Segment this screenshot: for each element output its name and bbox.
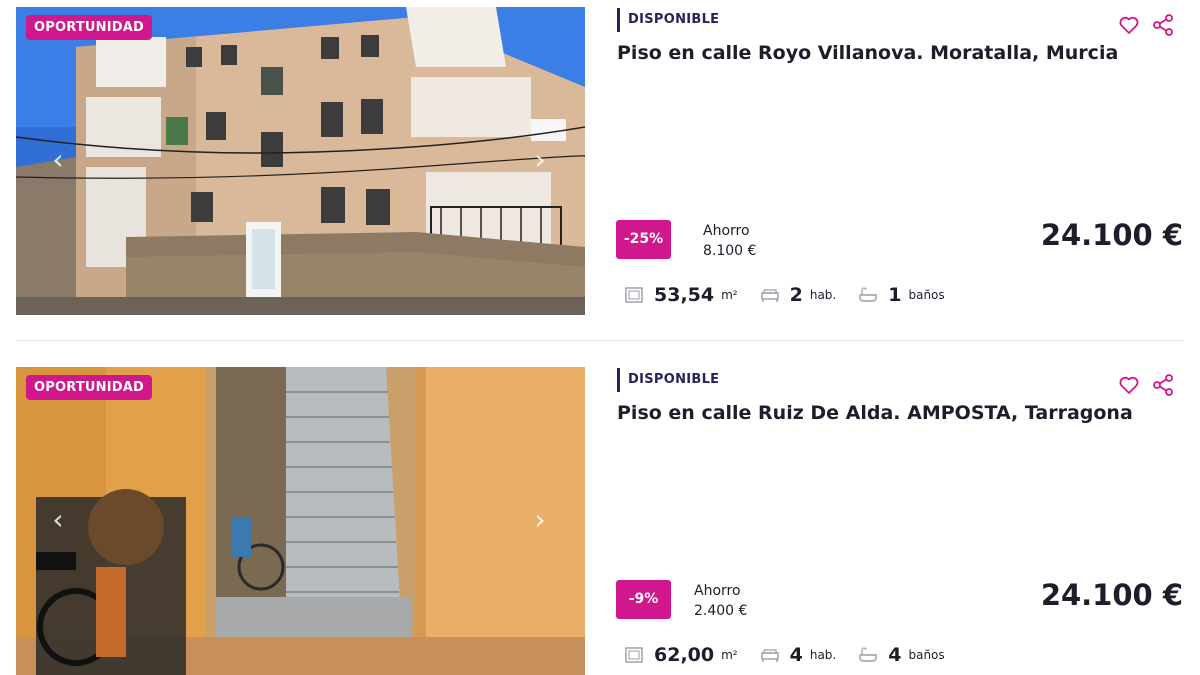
listing-photo[interactable]: OPORTUNIDAD ‹ › — [16, 7, 585, 315]
discount-badge: -9% — [616, 580, 671, 619]
building-facade-photo — [16, 7, 585, 315]
area-icon — [625, 647, 643, 663]
bed-icon — [760, 289, 779, 302]
rooms-value: 2 — [789, 284, 803, 306]
listing-photo[interactable]: OPORTUNIDAD ‹ › — [16, 367, 585, 675]
feature-area: 53,54 m² — [624, 284, 738, 306]
savings-amount: 8.100 € — [703, 243, 757, 259]
price: 24.100 € — [1040, 218, 1183, 252]
baths-unit: baños — [908, 648, 945, 662]
rooms-unit: hab. — [809, 288, 837, 302]
share-icon[interactable] — [1150, 12, 1176, 38]
feature-rooms: 2 hab. — [760, 284, 837, 306]
baths-value: 4 — [888, 644, 902, 666]
rooms-value: 4 — [789, 644, 803, 666]
chevron-right-icon[interactable]: › — [528, 505, 552, 535]
listing-title[interactable]: Piso en calle Royo Villanova. Moratalla,… — [617, 42, 1118, 64]
area-value: 62,00 — [654, 644, 715, 666]
feature-area: 62,00 m² — [624, 644, 738, 666]
listing-card[interactable]: OPORTUNIDAD ‹ › DISPONIBLE Piso en calle… — [0, 360, 1200, 675]
feature-rooms: 4 hab. — [760, 644, 837, 666]
heart-icon[interactable] — [1116, 12, 1142, 38]
interior-staircase-photo — [16, 367, 585, 675]
area-value: 53,54 — [654, 284, 715, 306]
listing-title[interactable]: Piso en calle Ruiz De Alda. AMPOSTA, Tar… — [617, 402, 1133, 424]
opportunity-badge: OPORTUNIDAD — [26, 375, 153, 400]
chevron-right-icon[interactable]: › — [528, 145, 552, 175]
opportunity-badge: OPORTUNIDAD — [26, 15, 153, 40]
discount-badge: -25% — [616, 220, 671, 259]
savings-label: Ahorro — [703, 223, 750, 239]
chevron-left-icon[interactable]: ‹ — [46, 505, 70, 535]
status-label: DISPONIBLE — [617, 8, 719, 32]
feature-baths: 4 baños — [858, 644, 945, 666]
features-row: 62,00 m² 4 hab. 4 baños — [624, 642, 967, 668]
area-unit: m² — [721, 648, 738, 662]
bathtub-icon — [859, 287, 877, 302]
chevron-left-icon[interactable]: ‹ — [46, 145, 70, 175]
rooms-unit: hab. — [809, 648, 837, 662]
listing-card[interactable]: OPORTUNIDAD ‹ › DISPONIBLE Piso en calle… — [0, 0, 1200, 330]
savings-amount: 2.400 € — [694, 603, 748, 619]
savings-label: Ahorro — [694, 583, 741, 599]
savings-info: Ahorro 2.400 € — [694, 581, 747, 621]
features-row: 53,54 m² 2 hab. 1 baños — [624, 282, 967, 308]
bathtub-icon — [859, 647, 877, 662]
savings-info: Ahorro 8.100 € — [703, 221, 756, 261]
area-unit: m² — [721, 288, 738, 302]
feature-baths: 1 baños — [858, 284, 945, 306]
baths-unit: baños — [908, 288, 945, 302]
price: 24.100 € — [1040, 578, 1183, 612]
status-label: DISPONIBLE — [617, 368, 719, 392]
area-icon — [625, 287, 643, 303]
bed-icon — [760, 649, 779, 662]
baths-value: 1 — [888, 284, 902, 306]
share-icon[interactable] — [1150, 372, 1176, 398]
heart-icon[interactable] — [1116, 372, 1142, 398]
listing-divider — [16, 340, 1184, 341]
